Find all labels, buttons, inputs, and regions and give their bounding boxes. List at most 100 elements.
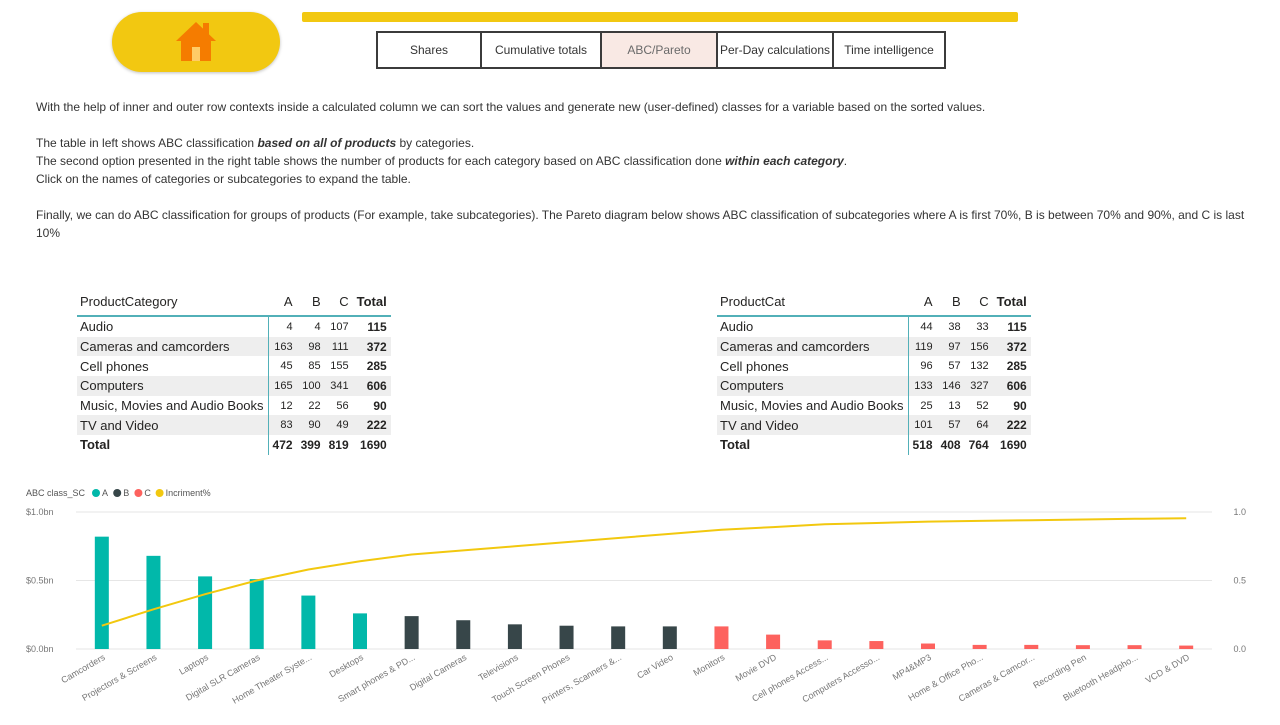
cell-total: 90 (373, 398, 387, 413)
cell-b: 57 (936, 415, 965, 436)
total-a: 472 (272, 437, 293, 452)
cell-a: 83 (268, 415, 297, 436)
row-label[interactable]: Cameras and camcorders (77, 336, 269, 357)
cell-a: 25 (920, 399, 933, 412)
cell-total: 222 (352, 415, 391, 436)
row-label[interactable]: Cameras and camcorders (717, 336, 909, 357)
bar (1127, 645, 1142, 649)
bar (94, 536, 109, 649)
bar (714, 626, 729, 649)
tab-cumulative-totals[interactable]: Cumulative totals (480, 31, 602, 69)
description-text-segment: . (843, 154, 848, 168)
total-label: Total (77, 435, 269, 455)
bar (249, 579, 264, 649)
description-text-segment: by categories. (396, 136, 475, 150)
table-row[interactable]: Cameras and camcorders 119 97 156 372 (717, 336, 1031, 357)
legend-marker (113, 489, 122, 497)
bar (611, 626, 626, 649)
y-axis-tick-label: $1.0bn (26, 507, 54, 517)
total-b: 399 (300, 437, 321, 452)
cell-total: 285 (1006, 359, 1027, 374)
table-row[interactable]: Computers 165 100 341 606 (77, 376, 391, 396)
row-label[interactable]: Cell phones (717, 356, 909, 377)
cell-a: 44 (920, 320, 933, 333)
cell-b: 57 (948, 360, 961, 373)
cell-b: 100 (296, 376, 325, 396)
table-row[interactable]: TV and Video 101 57 64 222 (717, 415, 1031, 436)
row-label[interactable]: Computers (77, 376, 269, 396)
cell-total: 372 (352, 336, 391, 357)
x-axis-tick-label: MP4&MP3 (891, 652, 933, 682)
row-label[interactable]: Audio (77, 316, 269, 337)
table-row[interactable]: TV and Video 83 90 49 222 (77, 415, 391, 436)
table-row[interactable]: Cell phones 96 57 132 285 (717, 356, 1031, 377)
row-label[interactable]: Music, Movies and Audio Books (77, 395, 269, 416)
cell-a: 119 (908, 336, 937, 357)
row-header: ProductCategory (77, 287, 269, 317)
column-header-total: Total (992, 287, 1031, 317)
row-label[interactable]: TV and Video (717, 415, 909, 436)
description-paragraph-3: The second option presented in the right… (36, 152, 1251, 170)
x-axis-tick-label: Monitors (692, 652, 727, 678)
row-header: ProductCat (717, 287, 909, 317)
cell-b: 97 (936, 336, 965, 357)
cell-a: 4 (286, 320, 293, 333)
table-row[interactable]: Cameras and camcorders 163 98 111 372 (77, 336, 391, 357)
cell-total: 606 (352, 376, 391, 396)
x-axis-tick-label: Televisions (477, 652, 521, 683)
cell-a: 133 (908, 376, 937, 396)
bar (146, 555, 161, 649)
pareto-chart-container: $0.0bn $0.5bn $1.0bn 0.0 0.5 1.0 Camcorders Pro… (0, 480, 1280, 720)
table-row[interactable]: Music, Movies and Audio Books 25 13 52 9… (717, 395, 1031, 416)
bar (921, 643, 935, 649)
row-label[interactable]: Cell phones (77, 356, 269, 377)
description-paragraph-4: Click on the names of categories or subc… (36, 172, 411, 186)
tab-abc-pareto[interactable]: ABC/Pareto (600, 31, 718, 69)
bar (198, 576, 213, 649)
table-row[interactable]: Audio 44 38 33 115 (717, 316, 1031, 337)
total-c: 764 (968, 437, 989, 452)
cell-total: 90 (1013, 398, 1027, 413)
tab-time-intelligence[interactable]: Time intelligence (832, 31, 946, 69)
bar (1024, 644, 1039, 649)
series-line-incriment (101, 517, 1187, 627)
row-label[interactable]: Computers (717, 376, 909, 396)
bar (869, 641, 884, 649)
bar (1179, 645, 1194, 649)
total-label: Total (717, 435, 909, 455)
cell-total: 606 (992, 376, 1031, 396)
x-axis-tick-label: Camcorders (59, 652, 107, 685)
table-total-row: Total 472 399 819 1690 (77, 435, 391, 455)
tab-shares[interactable]: Shares (376, 31, 482, 69)
pareto-chart[interactable]: $0.0bn$0.5bn$1.0bn0.00.51.0CamcordersPro… (0, 480, 1280, 720)
cell-b: 38 (948, 320, 961, 333)
table-row[interactable]: Computers 133 146 327 606 (717, 376, 1031, 396)
row-label[interactable]: Music, Movies and Audio Books (717, 395, 909, 416)
cell-c: 33 (976, 320, 989, 333)
cell-a: 96 (920, 360, 933, 373)
bar (972, 644, 987, 649)
y2-axis-tick-label: 1.0 (1233, 507, 1246, 517)
cell-total: 372 (992, 336, 1031, 357)
header-accent-bar (302, 12, 1018, 22)
cell-b: 98 (296, 336, 325, 357)
legend-label: Incriment% (166, 488, 211, 498)
cell-total: 115 (1007, 319, 1027, 334)
cell-c: 64 (964, 415, 993, 436)
cell-total: 222 (992, 415, 1031, 436)
description-emphasis: within each category (725, 154, 844, 168)
row-label[interactable]: TV and Video (77, 415, 269, 436)
row-label[interactable]: Audio (717, 316, 909, 337)
home-button[interactable] (112, 12, 280, 72)
description-text-segment: The table in left shows ABC classificati… (36, 136, 258, 150)
cell-total: 285 (366, 359, 387, 374)
tab-per-day-calculations[interactable]: Per-Day calculations (716, 31, 834, 69)
table-row[interactable]: Audio 4 4 107 115 (77, 316, 391, 337)
bar (817, 640, 832, 649)
table-row[interactable]: Cell phones 45 85 155 285 (77, 356, 391, 377)
cell-c: 52 (976, 399, 989, 412)
cell-c: 341 (324, 376, 353, 396)
legend-title: ABC class_SC (26, 488, 86, 498)
description-paragraph-2: The table in left shows ABC classificati… (36, 134, 1251, 152)
table-row[interactable]: Music, Movies and Audio Books 12 22 56 9… (77, 395, 391, 416)
